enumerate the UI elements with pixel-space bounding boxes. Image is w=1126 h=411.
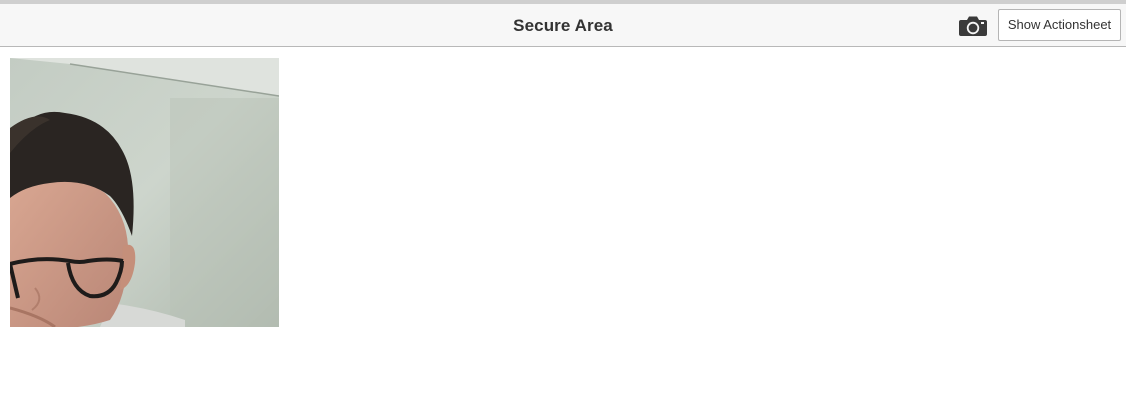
header-bar: Secure Area Show Actionsheet — [0, 4, 1126, 47]
app-window: Secure Area Show Actionsheet — [0, 0, 1126, 411]
show-actionsheet-button[interactable]: Show Actionsheet — [998, 9, 1121, 41]
captured-photo — [10, 58, 279, 327]
camera-icon[interactable] — [958, 14, 988, 38]
